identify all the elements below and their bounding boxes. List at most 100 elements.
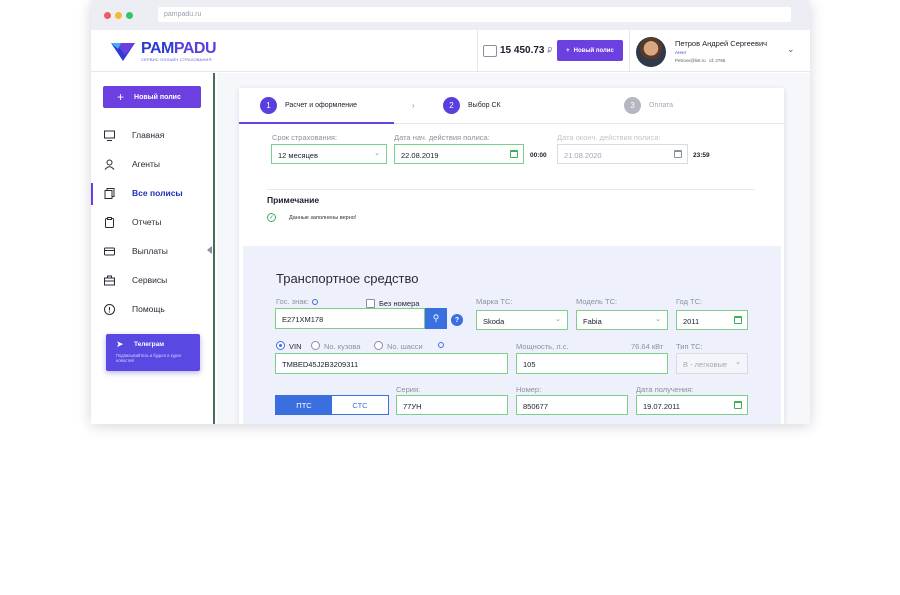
sidebar-item-all-policies[interactable]: Все полисы [91, 179, 213, 207]
sidebar-item-agents[interactable]: Агенты [91, 150, 213, 178]
minimize-window-dot[interactable] [115, 12, 122, 19]
chevron-down-icon: ⌄ [555, 316, 561, 323]
calendar-icon[interactable] [510, 150, 518, 158]
sidebar-item-payouts[interactable]: Выплаты [91, 237, 213, 265]
body-number-radio[interactable] [311, 341, 320, 350]
end-date-field: 21.08.2020 [557, 144, 688, 164]
start-time: 00:00 [530, 152, 547, 159]
logo-tagline: СЕРВИС ОНЛАЙН СТРАХОВАНИЯ [141, 57, 212, 62]
chassis-number-radio[interactable] [374, 341, 383, 350]
wallet-icon [483, 45, 497, 57]
vehicle-title: Транспортное средство [276, 271, 419, 286]
search-icon: ⚲ [432, 313, 440, 323]
term-label: Срок страхования: [272, 133, 338, 142]
model-label: Модель ТС: [576, 297, 618, 306]
vehicle-type-label: Тип ТС: [676, 342, 703, 351]
sidebar-item-home[interactable]: Главная [91, 121, 213, 149]
receipt-date-label: Дата получения: [636, 385, 694, 394]
search-button[interactable]: ⚲ [425, 308, 447, 329]
number-input[interactable]: 850677 [516, 395, 628, 415]
policy-form-panel: 1 Расчет и оформление › 2 Выбор СК 3 Опл… [239, 88, 784, 424]
logo-mark-icon [111, 43, 135, 61]
series-label: Серия: [396, 385, 421, 394]
document-type-toggle: ПТС СТС [275, 395, 389, 415]
clipboard-icon [104, 216, 115, 228]
new-policy-sidebar-button[interactable]: + Новый полис [103, 86, 201, 108]
power-input[interactable]: 105 [516, 353, 668, 374]
vin-radio[interactable] [276, 341, 285, 350]
address-bar[interactable]: pampadu.ru [158, 7, 791, 22]
sts-option[interactable]: СТС [332, 396, 388, 414]
vin-input[interactable]: TMBED45J2B3209311 [275, 353, 508, 374]
sidebar-item-services[interactable]: Сервисы [91, 266, 213, 294]
browser-window: pampadu.ru PAMPADU СЕРВИС ОНЛАЙН СТРАХОВ… [91, 0, 810, 424]
divider [477, 30, 478, 72]
sidebar-item-reports[interactable]: Отчеты [91, 208, 213, 236]
brand-label: Марка ТС: [476, 297, 513, 306]
active-step-underline [239, 122, 394, 124]
main-content: 1 Расчет и оформление › 2 Выбор СК 3 Опл… [217, 73, 810, 424]
telegram-icon: ➤ [116, 339, 124, 349]
plus-icon: + [117, 90, 125, 104]
help-button[interactable]: ? [451, 314, 463, 326]
maximize-window-dot[interactable] [126, 12, 133, 19]
note-text: Данные заполнены верно! [289, 215, 357, 221]
model-select[interactable]: Fabia ⌄ [576, 310, 668, 330]
pts-option[interactable]: ПТС [276, 396, 332, 414]
vehicle-type-select: В - легковые ⌄ [676, 353, 748, 374]
divider [629, 30, 630, 72]
plate-input[interactable]: Е271ХМ178 [275, 308, 425, 329]
step-payment[interactable]: 3 Оплата [624, 97, 673, 114]
avatar[interactable] [636, 37, 666, 67]
collapse-sidebar-icon[interactable] [207, 246, 212, 254]
app-header: PAMPADU СЕРВИС ОНЛАЙН СТРАХОВАНИЯ 15 450… [91, 30, 810, 72]
user-meta: Petrovv@list.ru id: 2766 [675, 58, 726, 63]
calendar-icon[interactable] [734, 401, 742, 409]
calendar-icon [674, 150, 682, 158]
vehicle-section: Транспортное средство Гос. знак: Без ном… [243, 246, 781, 424]
vin-radio-label: VIN [289, 342, 302, 351]
start-date-field[interactable]: 22.08.2019 [394, 144, 524, 164]
info-icon [438, 342, 444, 348]
chevron-down-icon: ⌄ [735, 359, 741, 366]
note-title: Примечание [267, 195, 320, 205]
series-input[interactable]: 77УН [396, 395, 508, 415]
no-plate-label: Без номера [379, 299, 420, 308]
plate-label: Гос. знак: [276, 297, 318, 306]
user-name[interactable]: Петров Андрей Сергеевич [675, 39, 767, 48]
user-role: Агент [675, 50, 687, 55]
end-date-label: Дата оконч. действия полиса: [557, 133, 661, 142]
step-calculation[interactable]: 1 Расчет и оформление [260, 97, 357, 114]
telegram-card[interactable]: ➤ Телеграм Подписывайтесь и будьте в кур… [106, 334, 200, 371]
monitor-icon [104, 130, 115, 141]
new-policy-header-button[interactable]: + Новый полис [557, 40, 623, 61]
sidebar: + Новый полис Главная Агенты Все полисы О… [91, 73, 215, 424]
logo[interactable]: PAMPADU СЕРВИС ОНЛАЙН СТРАХОВАНИЯ [111, 39, 221, 65]
step-choose-insurer[interactable]: 2 Выбор СК [443, 97, 501, 114]
power-label: Мощность, л.с. [516, 342, 569, 351]
power-kw: 76.64 кВт [631, 342, 664, 351]
plus-icon: + [566, 47, 570, 54]
receipt-date-field[interactable]: 19.07.2011 [636, 395, 748, 415]
chevron-right-icon: › [412, 101, 415, 110]
term-select[interactable]: 12 месяцев ⌄ [271, 144, 387, 164]
year-label: Год ТС: [676, 297, 703, 306]
body-number-radio-label: No. кузова [324, 342, 361, 351]
logo-text: PAMPADU [141, 40, 217, 57]
brand-select[interactable]: Skoda ⌄ [476, 310, 568, 330]
close-window-dot[interactable] [104, 12, 111, 19]
sidebar-item-help[interactable]: Помощь [91, 295, 213, 323]
browser-chrome: pampadu.ru [91, 0, 810, 30]
no-plate-checkbox[interactable] [366, 299, 375, 308]
balance: 15 450.73 ₽ [500, 45, 553, 56]
calendar-icon[interactable] [734, 316, 742, 324]
chevron-down-icon[interactable]: ⌄ [787, 44, 795, 55]
start-date-label: Дата нач. действия полиса: [394, 133, 490, 142]
services-icon [104, 275, 115, 286]
number-label: Номер: [516, 385, 542, 394]
info-icon [311, 299, 318, 306]
help-icon [104, 303, 115, 315]
stepper: 1 Расчет и оформление › 2 Выбор СК 3 Опл… [239, 88, 784, 124]
end-time: 23:59 [693, 152, 710, 159]
year-field[interactable]: 2011 [676, 310, 748, 330]
